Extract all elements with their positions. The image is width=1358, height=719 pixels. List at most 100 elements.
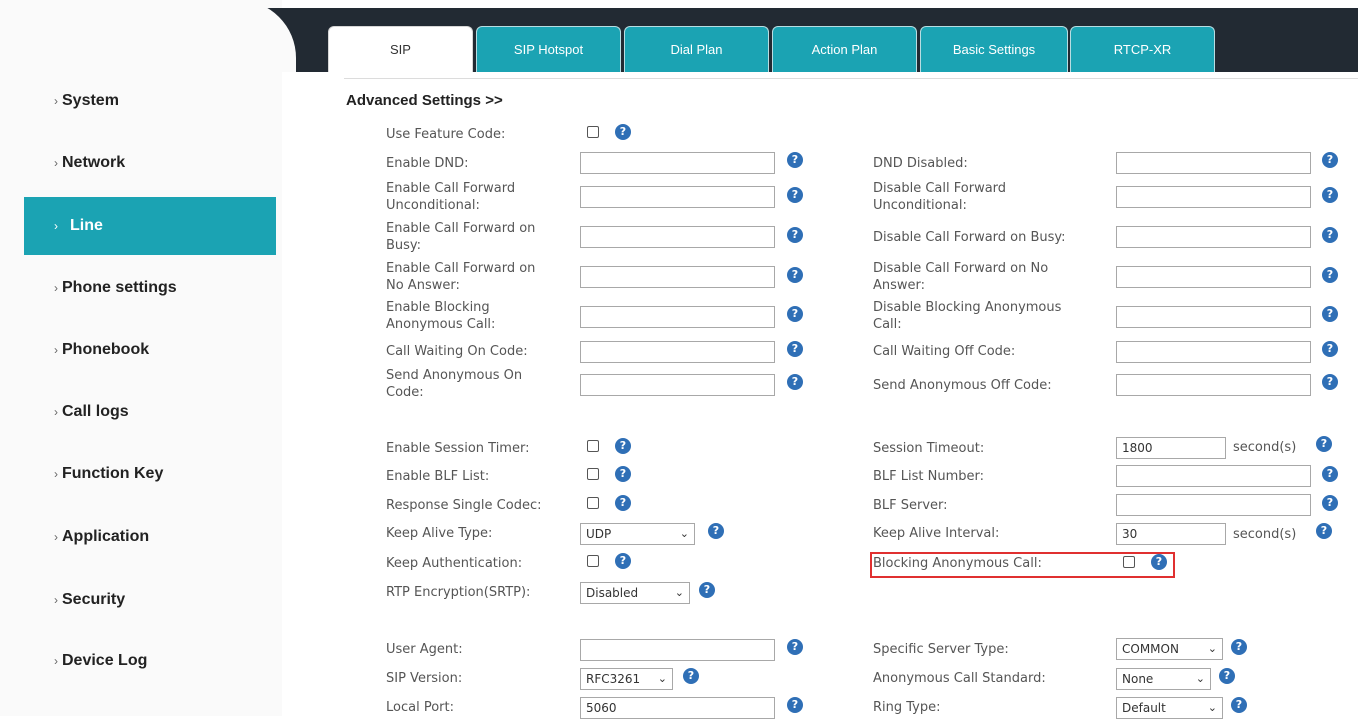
- keep-alive-interval-label: Keep Alive Interval:: [873, 526, 1000, 541]
- enable-cfb-input[interactable]: [580, 226, 775, 248]
- enable-dnd-label: Enable DND:: [386, 156, 469, 171]
- enable-cfb-label: Enable Call Forward on Busy:: [386, 220, 535, 254]
- enable-dnd-input[interactable]: [580, 152, 775, 174]
- help-icon[interactable]: ?: [1151, 554, 1167, 570]
- help-icon[interactable]: ?: [615, 466, 631, 482]
- help-icon[interactable]: ?: [787, 374, 803, 390]
- user-agent-label: User Agent:: [386, 642, 463, 657]
- help-icon[interactable]: ?: [615, 438, 631, 454]
- call-waiting-off-input[interactable]: [1116, 341, 1311, 363]
- help-icon[interactable]: ?: [1322, 374, 1338, 390]
- sidebar-item-network[interactable]: › Network: [24, 134, 276, 192]
- help-icon[interactable]: ?: [1219, 668, 1235, 684]
- chevron-right-icon: ›: [54, 94, 58, 108]
- sip-version-select[interactable]: RFC3261 ⌄: [580, 668, 673, 690]
- help-icon[interactable]: ?: [1322, 466, 1338, 482]
- session-timeout-input[interactable]: 1800: [1116, 437, 1226, 459]
- help-icon[interactable]: ?: [1322, 187, 1338, 203]
- blocking-anon-call-checkbox[interactable]: [1123, 556, 1135, 568]
- tab-basic-settings[interactable]: Basic Settings: [920, 26, 1068, 72]
- blf-list-number-input[interactable]: [1116, 465, 1311, 487]
- chevron-down-icon: ⌄: [1195, 672, 1205, 685]
- enable-block-anon-input[interactable]: [580, 306, 775, 328]
- select-value: RFC3261: [586, 672, 641, 686]
- user-agent-input[interactable]: [580, 639, 775, 661]
- help-icon[interactable]: ?: [787, 187, 803, 203]
- tab-sip[interactable]: SIP: [328, 26, 473, 72]
- session-timeout-label: Session Timeout:: [873, 441, 985, 456]
- help-icon[interactable]: ?: [787, 152, 803, 168]
- help-icon[interactable]: ?: [787, 639, 803, 655]
- sidebar-item-application[interactable]: › Application: [24, 508, 276, 566]
- sidebar-item-function-key[interactable]: › Function Key: [24, 445, 276, 503]
- call-waiting-on-label: Call Waiting On Code:: [386, 344, 528, 359]
- help-icon[interactable]: ?: [787, 697, 803, 713]
- chevron-down-icon: ⌄: [674, 586, 684, 599]
- disable-cfb-input[interactable]: [1116, 226, 1311, 248]
- anon-call-standard-select[interactable]: None ⌄: [1116, 668, 1211, 690]
- help-icon[interactable]: ?: [787, 227, 803, 243]
- enable-cfna-input[interactable]: [580, 266, 775, 288]
- label-line: Enable Call Forward on: [386, 261, 536, 276]
- disable-cfu-input[interactable]: [1116, 186, 1311, 208]
- keep-alive-type-select[interactable]: UDP ⌄: [580, 523, 695, 545]
- help-icon[interactable]: ?: [1316, 523, 1332, 539]
- blf-server-input[interactable]: [1116, 494, 1311, 516]
- use-feature-code-checkbox[interactable]: [587, 126, 599, 138]
- help-icon[interactable]: ?: [1322, 152, 1338, 168]
- help-icon[interactable]: ?: [615, 124, 631, 140]
- sidebar-item-device-log[interactable]: › Device Log: [24, 632, 276, 690]
- help-icon[interactable]: ?: [1322, 341, 1338, 357]
- response-single-codec-checkbox[interactable]: [587, 497, 599, 509]
- disable-block-anon-input[interactable]: [1116, 306, 1311, 328]
- help-icon[interactable]: ?: [615, 495, 631, 511]
- disable-cfb-label: Disable Call Forward on Busy:: [873, 230, 1066, 245]
- sidebar-item-call-logs[interactable]: › Call logs: [24, 383, 276, 441]
- tab-action-plan[interactable]: Action Plan: [772, 26, 917, 72]
- help-icon[interactable]: ?: [787, 306, 803, 322]
- help-icon[interactable]: ?: [1316, 436, 1332, 452]
- enable-blf-list-checkbox[interactable]: [587, 468, 599, 480]
- select-value: UDP: [586, 527, 612, 541]
- keep-authentication-label: Keep Authentication:: [386, 556, 523, 571]
- help-icon[interactable]: ?: [787, 267, 803, 283]
- sidebar-item-phonebook[interactable]: › Phonebook: [24, 321, 276, 379]
- rtp-encryption-select[interactable]: Disabled ⌄: [580, 582, 690, 604]
- help-icon[interactable]: ?: [683, 668, 699, 684]
- tab-rtcp-xr[interactable]: RTCP-XR: [1070, 26, 1215, 72]
- send-anon-on-input[interactable]: [580, 374, 775, 396]
- help-icon[interactable]: ?: [1322, 267, 1338, 283]
- disable-cfna-input[interactable]: [1116, 266, 1311, 288]
- keep-authentication-checkbox[interactable]: [587, 555, 599, 567]
- help-icon[interactable]: ?: [1231, 697, 1247, 713]
- call-waiting-on-input[interactable]: [580, 341, 775, 363]
- sidebar-item-phone-settings[interactable]: › Phone settings: [24, 259, 276, 317]
- chevron-right-icon: ›: [54, 343, 58, 357]
- enable-session-timer-checkbox[interactable]: [587, 440, 599, 452]
- help-icon[interactable]: ?: [1322, 227, 1338, 243]
- help-icon[interactable]: ?: [1322, 495, 1338, 511]
- help-icon[interactable]: ?: [1322, 306, 1338, 322]
- help-icon[interactable]: ?: [1231, 639, 1247, 655]
- section-title[interactable]: Advanced Settings >>: [346, 92, 503, 109]
- keep-alive-interval-input[interactable]: 30: [1116, 523, 1226, 545]
- help-icon[interactable]: ?: [615, 553, 631, 569]
- tab-sip-hotspot[interactable]: SIP Hotspot: [476, 26, 621, 72]
- send-anon-off-input[interactable]: [1116, 374, 1311, 396]
- tab-dial-plan[interactable]: Dial Plan: [624, 26, 769, 72]
- chevron-right-icon: ›: [54, 654, 58, 668]
- dnd-disabled-input[interactable]: [1116, 152, 1311, 174]
- label-line: Unconditional:: [386, 198, 480, 213]
- sidebar-item-line[interactable]: › Line: [24, 197, 276, 255]
- blf-server-label: BLF Server:: [873, 498, 948, 513]
- sidebar-item-system[interactable]: › System: [24, 72, 276, 130]
- select-value: COMMON: [1122, 642, 1179, 656]
- specific-server-type-select[interactable]: COMMON ⌄: [1116, 638, 1223, 660]
- help-icon[interactable]: ?: [787, 341, 803, 357]
- enable-cfu-input[interactable]: [580, 186, 775, 208]
- select-value: None: [1122, 672, 1154, 686]
- help-icon[interactable]: ?: [699, 582, 715, 598]
- help-icon[interactable]: ?: [708, 523, 724, 539]
- sidebar-item-security[interactable]: › Security: [24, 571, 276, 629]
- label-line: Enable Call Forward: [386, 181, 516, 196]
